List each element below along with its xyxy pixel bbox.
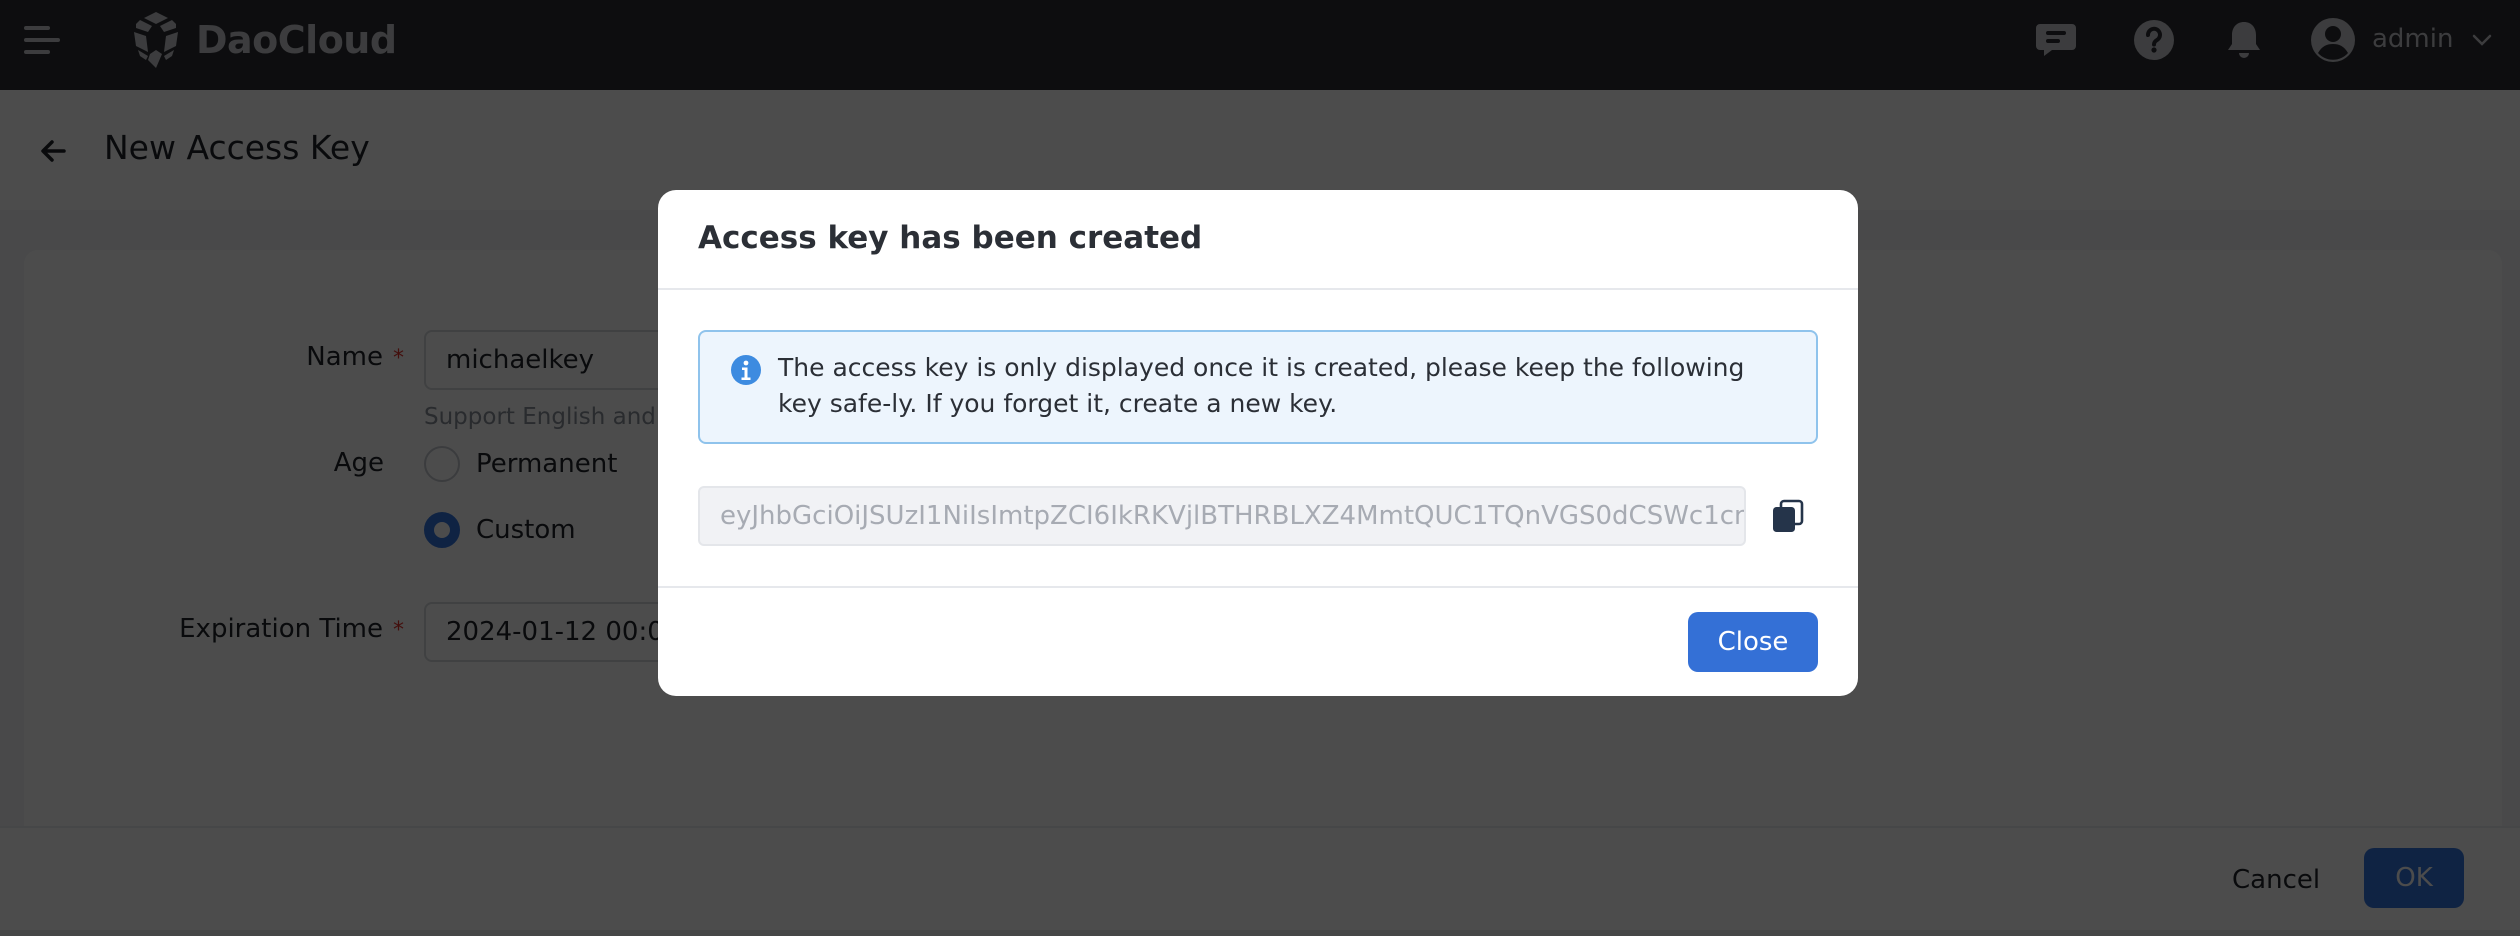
alert-message: The access key is only displayed once it… [778,353,1745,418]
access-key-field[interactable]: eyJhbGciOiJSUzI1NiIsImtpZCI6IkRKVjlBTHRB… [698,486,1746,546]
access-key-created-dialog: Access key has been created The access k… [658,190,1858,696]
copy-icon[interactable] [1770,498,1806,534]
dialog-title: Access key has been created [698,220,1203,256]
info-icon [731,355,761,385]
info-alert: The access key is only displayed once it… [698,330,1818,444]
close-button[interactable]: Close [1688,612,1818,672]
dialog-header-divider [658,288,1858,290]
dialog-footer-divider [658,586,1858,588]
